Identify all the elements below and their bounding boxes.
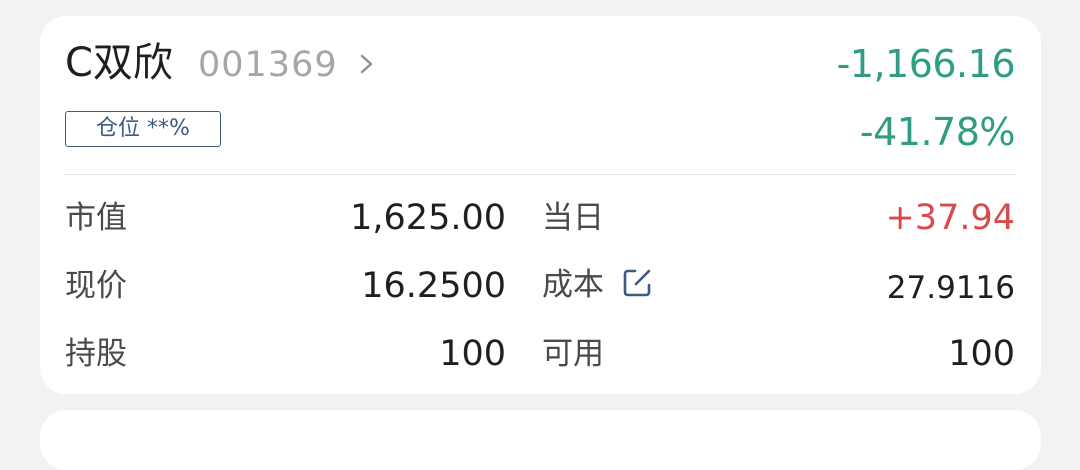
- today-label: 当日: [542, 200, 604, 236]
- available-label: 可用: [542, 336, 604, 372]
- available-value: 100: [948, 334, 1015, 374]
- edit-icon[interactable]: [620, 266, 654, 300]
- holdings-label: 持股: [65, 336, 127, 372]
- market-value-label: 市值: [65, 200, 127, 236]
- profit-loss-percent: -41.78%: [859, 110, 1016, 154]
- stock-name: C双欣: [65, 40, 173, 86]
- current-price-label: 现价: [65, 268, 127, 304]
- position-badge: 仓位 **%: [65, 111, 221, 147]
- divider: [65, 174, 1016, 175]
- current-price: 16.2500: [361, 266, 506, 306]
- next-card[interactable]: [40, 410, 1041, 470]
- stock-code: 001369: [198, 45, 338, 85]
- today-value: +37.94: [885, 198, 1015, 238]
- position-card[interactable]: C双欣 001369 -1,166.16 -41.78% 仓位 **% 市值 1…: [40, 16, 1041, 394]
- chevron-right-icon[interactable]: [356, 50, 378, 78]
- market-value: 1,625.00: [350, 198, 506, 238]
- holdings-value: 100: [439, 334, 506, 374]
- profit-loss-amount: -1,166.16: [836, 42, 1016, 86]
- cost-label: 成本: [542, 267, 604, 303]
- cost-value: 27.9116: [886, 270, 1015, 306]
